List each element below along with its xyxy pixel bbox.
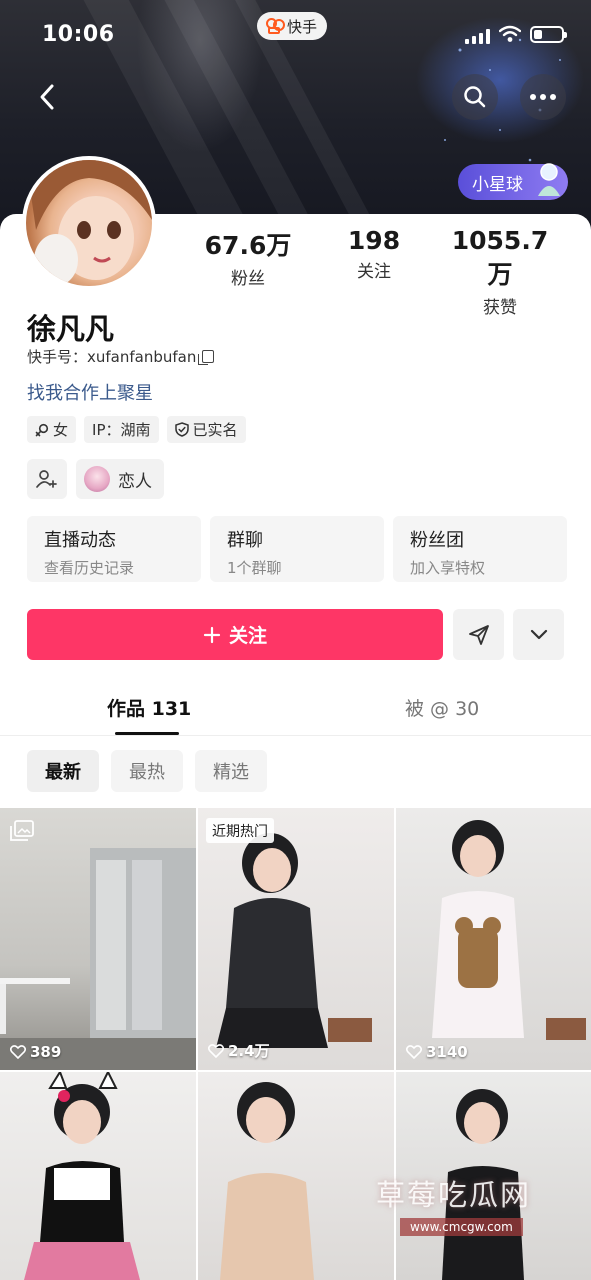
room-photo (0, 848, 196, 1070)
add-friend-button[interactable] (27, 459, 67, 499)
filter-latest[interactable]: 最新 (27, 750, 99, 792)
add-user-icon (36, 470, 57, 488)
tag-verified: 已实名 (166, 416, 246, 443)
kuaishou-id: 快手号：xufanfanbufan (27, 348, 197, 366)
app-indicator-pill[interactable]: 快手 (257, 12, 328, 40)
like-count-value: 2.4万 (228, 1042, 270, 1060)
chevron-down-icon (530, 629, 547, 639)
sort-filters: 最新 最热 精选 (27, 750, 267, 792)
stat-followers[interactable]: 67.6万 粉丝 (188, 226, 308, 289)
app-name: 快手 (287, 17, 318, 36)
stat-value: 67.6万 (204, 231, 292, 260)
work-tile[interactable]: 389 (0, 808, 196, 1070)
like-count-value: 389 (30, 1043, 62, 1061)
status-time: 10:06 (42, 22, 115, 47)
follow-label: 关注 (228, 625, 267, 647)
more-dots-icon (530, 94, 556, 100)
tag-ip-location: IP：湖南 (84, 416, 159, 443)
kuaishou-logo-icon (265, 17, 285, 35)
like-count-value: 3140 (426, 1043, 468, 1061)
lover-relation-chip[interactable]: 恋人 (76, 459, 164, 499)
profile-name: 徐凡凡 (27, 312, 115, 346)
feature-subtitle: 加入享特权 (410, 559, 486, 577)
wifi-icon (499, 25, 521, 42)
trending-badge: 近期热门 (206, 818, 274, 843)
lover-avatar (84, 466, 110, 492)
site-watermark: 草莓吃瓜网 www.cmcgw.com (360, 1160, 591, 1240)
little-planet-button[interactable]: 小星球 (458, 163, 568, 200)
profile-tags: 女 IP：湖南 已实名 (27, 416, 246, 443)
chevron-left-icon (40, 84, 54, 110)
work-tile[interactable]: 近期热门 2.4万 (198, 808, 394, 1070)
stat-label: 粉丝 (231, 269, 265, 289)
expand-button[interactable] (513, 609, 564, 660)
feature-title: 粉丝团 (410, 530, 464, 551)
like-count: 2.4万 (208, 1040, 270, 1061)
tab-mentions[interactable]: 被 @ 30 (405, 694, 479, 721)
stat-value: 198 (347, 226, 401, 255)
cat-ear-outfit-photo (24, 1072, 140, 1280)
filter-hottest[interactable]: 最热 (111, 750, 183, 792)
active-tab-indicator (115, 732, 179, 735)
feature-title: 群聊 (227, 530, 263, 551)
tag-label: IP：湖南 (92, 421, 151, 439)
like-count: 3140 (406, 1043, 468, 1061)
tag-label: 已实名 (192, 421, 238, 439)
stat-following[interactable]: 198 关注 (314, 226, 434, 282)
content-tabs: 作品 131 被 @ 30 (0, 682, 591, 736)
feature-subtitle: 查看历史记录 (44, 559, 135, 577)
tag-label: 女 (53, 421, 69, 439)
search-button[interactable] (452, 74, 498, 120)
relation-label: 恋人 (118, 471, 152, 492)
feature-live-history[interactable]: 直播动态 查看历史记录 (27, 516, 201, 582)
stat-value: 1055.7万 (451, 226, 549, 289)
filter-featured[interactable]: 精选 (195, 750, 267, 792)
planet-label: 小星球 (472, 174, 523, 195)
work-tile[interactable] (0, 1072, 196, 1280)
tag-gender: 女 (27, 416, 77, 443)
tab-works[interactable]: 作品 131 (107, 694, 191, 721)
battery-icon (530, 26, 567, 43)
planet-avatar-icon (538, 163, 560, 196)
feature-group-chat[interactable]: 群聊 1个群聊 (210, 516, 384, 582)
send-icon (468, 624, 489, 645)
status-bar: 10:06 快手 (0, 0, 591, 70)
like-count: 389 (10, 1043, 61, 1061)
watermark-url: www.cmcgw.com (400, 1218, 523, 1236)
heart-icon (208, 1043, 224, 1058)
female-icon (35, 423, 49, 436)
profile-bio-link[interactable]: 找我合作上聚星 (27, 379, 153, 405)
feature-title: 直播动态 (44, 530, 116, 551)
back-button[interactable] (30, 80, 64, 114)
copy-icon[interactable] (198, 350, 215, 365)
stat-likes[interactable]: 1055.7万 获赞 (440, 226, 560, 318)
feature-fan-club[interactable]: 粉丝团 加入享特权 (393, 516, 567, 582)
verified-shield-icon (174, 422, 189, 437)
feature-row: 直播动态 查看历史记录 群聊 1个群聊 粉丝团 加入享特权 (27, 516, 567, 582)
kuaishou-id-row[interactable]: 快手号：xufanfanbufan (27, 346, 215, 367)
message-button[interactable] (453, 609, 504, 660)
stat-label: 获赞 (483, 298, 517, 318)
feature-subtitle: 1个群聊 (227, 559, 282, 577)
heart-icon (406, 1045, 422, 1059)
gallery-icon (10, 820, 34, 841)
avatar-illustration (26, 160, 152, 286)
relation-row: 恋人 (27, 459, 164, 499)
follow-button[interactable]: 关注 (27, 609, 443, 660)
work-tile[interactable]: 3140 (396, 808, 591, 1070)
bear-apron-photo (432, 820, 586, 1040)
dress-photo (216, 833, 372, 1048)
heart-icon (10, 1045, 26, 1059)
more-options-button[interactable] (520, 74, 566, 120)
profile-avatar[interactable] (22, 156, 156, 290)
cellular-signal-icon (465, 28, 490, 44)
stat-label: 关注 (357, 262, 391, 282)
watermark-title: 草莓吃瓜网 (376, 1178, 532, 1212)
profile-stats: 67.6万 粉丝 198 关注 1055.7万 获赞 (188, 226, 580, 318)
plus-icon (203, 626, 221, 643)
search-icon (464, 86, 486, 108)
